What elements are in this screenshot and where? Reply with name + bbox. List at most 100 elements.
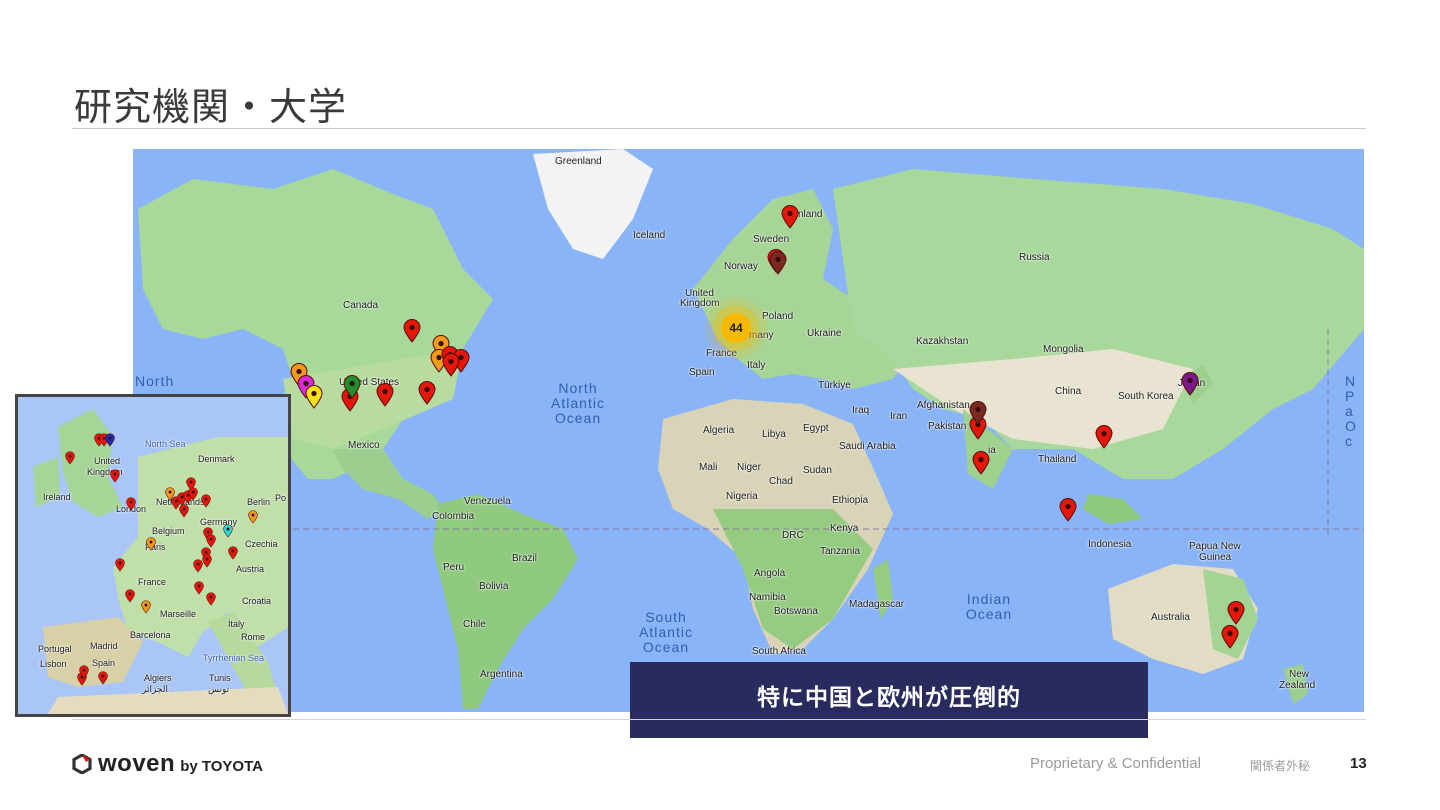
map-pin-icon[interactable]	[305, 385, 323, 409]
inset-map-pin-icon[interactable]	[115, 557, 125, 572]
inset-label-marseille: Marseille	[160, 609, 197, 619]
label-chad: Chad	[769, 476, 793, 487]
inset-label-czechia: Czechia	[245, 539, 278, 549]
label-greenland: Greenland	[555, 156, 602, 167]
inset-map-pin-icon[interactable]	[194, 580, 204, 595]
inset-map-pin-icon[interactable]	[110, 468, 120, 483]
map-pin-icon[interactable]	[1059, 498, 1077, 522]
footer-divider	[72, 719, 1366, 720]
label-mali: Mali	[699, 462, 718, 473]
inset-map-pin-icon[interactable]	[141, 599, 151, 614]
inset-map-pin-icon[interactable]	[125, 588, 135, 603]
inset-label-madrid: Madrid	[90, 641, 118, 651]
label-canada: Canada	[343, 300, 379, 311]
map-pin-icon[interactable]	[403, 319, 421, 343]
label-nigeria: Nigeria	[726, 491, 758, 502]
label-sudan: Sudan	[803, 465, 832, 476]
map-pin-icon[interactable]	[343, 375, 361, 399]
label-finland: nland	[798, 209, 823, 220]
map-pin-icon[interactable]	[969, 401, 987, 425]
label-thailand: Thailand	[1038, 454, 1077, 465]
map-pin-icon[interactable]	[1095, 425, 1113, 449]
inset-label-lisbon: Lisbon	[40, 659, 67, 669]
label-nz-2: Zealand	[1279, 680, 1316, 691]
label-south-korea: South Korea	[1118, 391, 1174, 402]
map-pin-icon[interactable]	[418, 381, 436, 405]
inset-label-tunis: Tunis	[209, 673, 231, 683]
map-pin-icon[interactable]	[442, 353, 460, 377]
map-pin-icon[interactable]	[972, 451, 990, 475]
label-china: China	[1055, 386, 1082, 397]
label-nz-1: New	[1289, 669, 1310, 680]
inset-map-pin-icon[interactable]	[126, 496, 136, 511]
label-egypt: Egypt	[803, 423, 829, 434]
europe-cluster-marker[interactable]: 44	[721, 313, 751, 343]
label-australia: Australia	[1151, 612, 1190, 623]
label-colombia: Colombia	[432, 511, 475, 522]
map-pin-icon[interactable]	[1181, 372, 1199, 396]
inset-map-pin-icon[interactable]	[201, 493, 211, 508]
inset-label-algiers-ar: الجزائر	[142, 684, 168, 694]
inset-map-pin-icon[interactable]	[79, 664, 89, 679]
label-libya: Libya	[762, 429, 786, 440]
label-bolivia: Bolivia	[479, 581, 509, 592]
inset-map-pin-icon[interactable]	[202, 553, 212, 568]
inset-map-pin-icon[interactable]	[146, 536, 156, 551]
label-indonesia: Indonesia	[1088, 539, 1132, 550]
inset-label-spain: Spain	[92, 658, 116, 668]
inset-label-barcelona: Barcelona	[130, 630, 171, 640]
inset-label-tunis-ar: تونس	[208, 684, 230, 694]
label-mongolia: Mongolia	[1043, 344, 1084, 355]
inset-map-pin-icon[interactable]	[223, 523, 233, 538]
inset-map-pin-icon[interactable]	[228, 545, 238, 560]
inset-map-pin-icon[interactable]	[179, 503, 189, 518]
inset-label-algiers: Algiers	[144, 673, 172, 683]
europe-inset-map[interactable]: North Sea Denmark United Kingdom Ireland…	[15, 394, 291, 717]
label-iraq: Iraq	[852, 405, 870, 416]
logo-by-toyota: by TOYOTA	[180, 757, 263, 775]
label-south-africa: South Africa	[752, 646, 806, 657]
label-angola: Angola	[754, 568, 786, 579]
label-saudi: Saudi Arabia	[839, 441, 896, 452]
inset-map-pin-icon[interactable]	[65, 450, 75, 465]
label-poland: Poland	[762, 311, 794, 322]
label-north-pacific-right: N Pa Oc	[1345, 373, 1357, 449]
label-algeria: Algeria	[703, 425, 735, 436]
label-chile: Chile	[463, 619, 486, 630]
label-brazil: Brazil	[512, 553, 538, 564]
map-pin-icon[interactable]	[781, 205, 799, 229]
label-germany: many	[749, 330, 774, 341]
inset-map-pin-icon[interactable]	[105, 432, 115, 447]
inset-label-france: France	[138, 577, 167, 587]
slide-title: 研究機関・大学	[74, 85, 348, 129]
map-pin-icon[interactable]	[376, 383, 394, 407]
inset-map-pin-icon[interactable]	[248, 509, 258, 524]
inset-map-pin-icon[interactable]	[193, 558, 203, 573]
woven-logo: woven by TOYOTA	[72, 750, 263, 778]
page-number: 13	[1350, 755, 1367, 772]
inset-map-pin-icon[interactable]	[206, 533, 216, 548]
label-ukraine: Ukraine	[807, 328, 842, 339]
label-kenya: Kenya	[830, 523, 859, 534]
inset-map-pin-icon[interactable]	[188, 486, 198, 501]
map-pin-icon[interactable]	[1221, 625, 1239, 649]
inset-map-pin-icon[interactable]	[206, 591, 216, 606]
label-norway: Norway	[724, 261, 758, 272]
inset-label-rome: Rome	[241, 632, 266, 642]
footer-confidential: Proprietary & Confidential	[1030, 755, 1201, 772]
woven-logo-icon	[72, 754, 92, 774]
inset-label-ireland: Ireland	[43, 492, 71, 502]
label-spain: Spain	[689, 367, 715, 378]
label-pakistan: Pakistan	[928, 421, 967, 432]
footer-secret-label: 関係者外秘	[1250, 759, 1311, 773]
label-south-atlantic: South Atlantic Ocean	[639, 609, 693, 655]
inset-map-pin-icon[interactable]	[98, 670, 108, 685]
map-pin-icon[interactable]	[769, 251, 787, 275]
label-mexico: Mexico	[348, 440, 380, 451]
world-map[interactable]: Greenland Iceland nland Sweden Norway Un…	[133, 149, 1364, 712]
logo-wordmark: woven	[98, 750, 176, 777]
label-iceland: Iceland	[633, 230, 666, 241]
map-pin-icon[interactable]	[1227, 601, 1245, 625]
label-argentina: Argentina	[480, 669, 523, 680]
label-drc: DRC	[782, 530, 804, 541]
